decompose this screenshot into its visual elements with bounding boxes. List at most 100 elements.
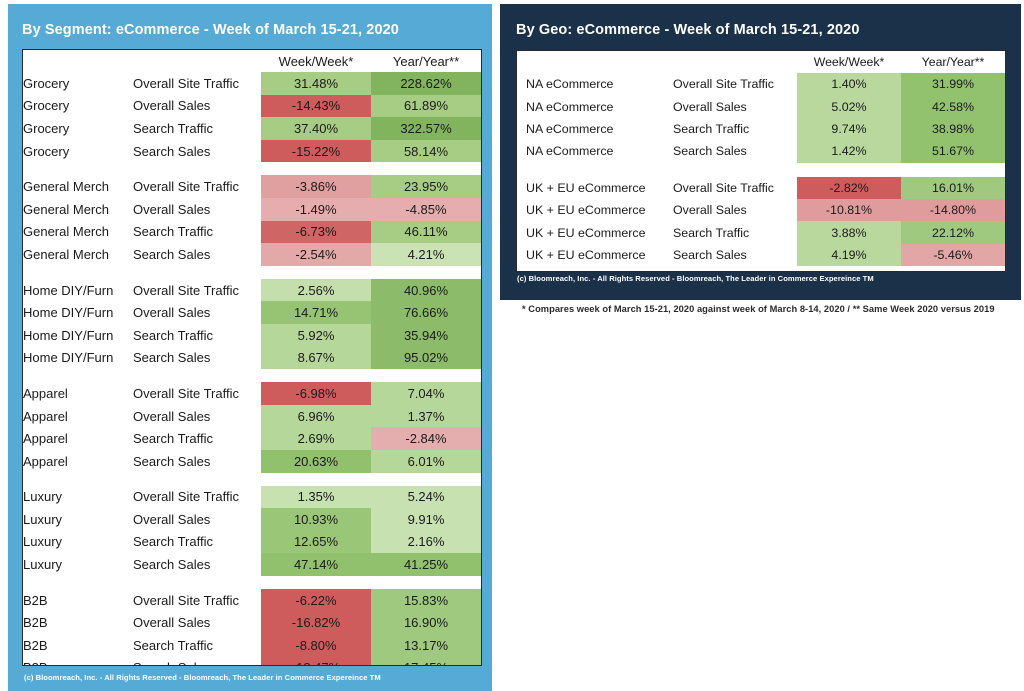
segment-row-week-over-week-value: -18.47% xyxy=(261,656,371,665)
segment-row-year-over-year-value: 7.04% xyxy=(371,382,481,405)
geo-row-week-over-week-value: -2.82% xyxy=(797,176,901,199)
segment-row-metric: Search Sales xyxy=(133,453,211,469)
segment-header-blank-1 xyxy=(23,50,133,72)
segment-row-segment: Grocery xyxy=(23,98,70,114)
geo-row-week-over-week-value: 1.42% xyxy=(797,140,901,163)
segment-panel: By Segment: eCommerce - Week of March 15… xyxy=(8,4,492,691)
geo-row-segment: UK + EU eCommerce xyxy=(526,247,646,262)
segment-row-segment: General Merch xyxy=(23,201,109,217)
segment-table-row: Home DIY/Furn Search Traffic 5.92% 35.94% xyxy=(23,323,481,347)
segment-row-segment: Home DIY/Furn xyxy=(23,282,114,298)
segment-table-row: Grocery Search Traffic 37.40% 322.57% xyxy=(23,117,481,140)
segment-row-week-over-week-value: -3.86% xyxy=(261,175,371,198)
segment-row-metric: Search Sales xyxy=(133,557,211,573)
segment-table-row: Apparel Overall Site Traffic -6.98% 7.04% xyxy=(23,382,481,405)
geo-row-segment: NA eCommerce xyxy=(526,77,614,92)
geo-row-week-over-week-value: 3.88% xyxy=(797,221,901,244)
segment-row-metric: Search Traffic xyxy=(133,327,213,343)
segment-row-year-over-year-value: -2.84% xyxy=(371,427,481,450)
segment-row-year-over-year-value: 95.02% xyxy=(371,346,481,370)
segment-table-row: General Merch Overall Site Traffic -3.86% 2… xyxy=(23,175,481,198)
segment-row-week-over-week-value: -6.73% xyxy=(261,220,371,244)
geo-row-week-over-week-value: 5.02% xyxy=(797,95,901,118)
segment-row-metric: Search Sales xyxy=(133,350,211,366)
segment-row-metric: Search Sales xyxy=(133,246,211,262)
segment-row-segment: Home DIY/Furn xyxy=(23,350,114,366)
geo-table-row: NA eCommerce Search Traffic 9.74% 38.98% xyxy=(517,117,1005,141)
geo-row-segment: NA eCommerce xyxy=(526,121,614,136)
segment-row-metric: Search Traffic xyxy=(133,534,213,550)
segment-table-row: Home DIY/Furn Overall Sales 14.71% 76.66% xyxy=(23,301,481,324)
geo-row-week-over-week-value: 4.19% xyxy=(797,243,901,267)
segment-row-segment: B2B xyxy=(23,592,48,608)
geo-panel-footer: (c) Bloomreach, Inc. - All Rights Reserv… xyxy=(517,274,874,283)
segment-table-row: General Merch Search Sales -2.54% 4.21% xyxy=(23,243,481,266)
segment-row-year-over-year-value: 23.95% xyxy=(371,175,481,198)
segment-row-year-over-year-value: 6.01% xyxy=(371,449,481,473)
geo-table-body: NA eCommerce Overall Site Traffic 1.40% 31.… xyxy=(517,73,1005,267)
geo-row-year-over-year-value: 22.12% xyxy=(901,221,1005,244)
geo-table-row: UK + EU eCommerce Search Traffic 3.88% 22.1… xyxy=(517,221,1005,244)
geo-row-year-over-year-value: -5.46% xyxy=(901,243,1005,267)
segment-row-segment: B2B xyxy=(23,657,133,665)
segment-row-week-over-week-value: 2.56% xyxy=(261,278,371,302)
segment-table-row: Apparel Overall Sales 6.96% 1.37% xyxy=(23,404,481,428)
segment-row-metric: Search Traffic xyxy=(133,224,213,240)
segment-table-container: Week/Week* Year/Year** Grocery Overall Si… xyxy=(22,49,482,666)
segment-row-year-over-year-value: 46.11% xyxy=(371,220,481,244)
geo-spacer-cell xyxy=(517,162,1005,177)
segment-spacer-cell xyxy=(23,162,481,176)
segment-table-row: B2B Search Traffic -8.80% 13.17% xyxy=(23,634,481,657)
segment-row-year-over-year-value: 322.57% xyxy=(371,117,481,140)
geo-panel-title: By Geo: eCommerce - Week of March 15-21,… xyxy=(516,22,860,38)
segment-table-row: General Merch Search Traffic -6.73% 46.11% xyxy=(23,220,481,244)
segment-row-week-over-week-value: 31.48% xyxy=(261,72,371,95)
segment-table-row: Home DIY/Furn Overall Site Traffic 2.56% 40… xyxy=(23,278,481,302)
segment-header-blank-2 xyxy=(133,50,261,72)
segment-header-year-over-year: Year/Year** xyxy=(371,50,481,72)
segment-table-row: Home DIY/Furn Search Sales 8.67% 95.02% xyxy=(23,346,481,370)
segment-row-year-over-year-value: 41.25% xyxy=(371,553,481,576)
geo-row-metric: Search Sales xyxy=(673,144,747,159)
geo-row-week-over-week-value: 9.74% xyxy=(797,117,901,141)
segment-table-row: Grocery Search Sales -15.22% 58.14% xyxy=(23,139,481,163)
segment-row-week-over-week-value: -2.54% xyxy=(261,243,371,266)
segment-table-row: B2BSearch Sales-18.47%17.45% xyxy=(23,656,481,665)
segment-row-year-over-year-value: 76.66% xyxy=(371,301,481,324)
segment-group-spacer xyxy=(23,575,481,589)
geo-row-segment: NA eCommerce xyxy=(526,144,614,159)
segment-row-segment: Grocery xyxy=(23,120,70,136)
geo-row-metric: Search Traffic xyxy=(673,225,750,240)
segment-row-week-over-week-value: 6.96% xyxy=(261,404,371,428)
segment-row-week-over-week-value: -14.43% xyxy=(261,94,371,118)
segment-row-year-over-year-value: 58.14% xyxy=(371,139,481,163)
segment-row-week-over-week-value: -1.49% xyxy=(261,197,371,221)
geo-table-row: UK + EU eCommerce Search Sales 4.19% -5.46% xyxy=(517,243,1005,267)
segment-row-metric: Overall Sales xyxy=(133,615,211,631)
segment-row-metric: Overall Sales xyxy=(133,511,211,527)
segment-row-metric: Overall Sales xyxy=(133,201,211,217)
segment-row-week-over-week-value: -6.22% xyxy=(261,588,371,612)
segment-row-metric: Overall Site Traffic xyxy=(133,282,239,298)
segment-row-week-over-week-value: -16.82% xyxy=(261,611,371,635)
segment-row-segment: Grocery xyxy=(23,143,70,159)
geo-header-blank-2 xyxy=(669,51,797,73)
geo-row-metric: Search Traffic xyxy=(673,121,750,136)
segment-row-week-over-week-value: -8.80% xyxy=(261,634,371,657)
segment-row-metric: Search Traffic xyxy=(133,431,213,447)
segment-row-year-over-year-value: 228.62% xyxy=(371,72,481,95)
segment-row-segment: Luxury xyxy=(23,534,63,550)
segment-row-metric: Search Traffic xyxy=(133,120,213,136)
segment-spacer-cell xyxy=(23,369,481,383)
segment-row-metric: Search Sales xyxy=(133,143,211,159)
segment-table-header: Week/Week* Year/Year** xyxy=(23,50,481,72)
segment-row-year-over-year-value: 15.83% xyxy=(371,588,481,612)
segment-row-year-over-year-value: 35.94% xyxy=(371,323,481,347)
geo-table-row: NA eCommerce Overall Site Traffic 1.40% 31.… xyxy=(517,73,1005,96)
geo-panel: By Geo: eCommerce - Week of March 15-21,… xyxy=(500,4,1021,300)
segment-row-week-over-week-value: 14.71% xyxy=(261,301,371,324)
segment-table: Week/Week* Year/Year** Grocery Overall Si… xyxy=(23,50,481,665)
segment-row-segment: Grocery xyxy=(23,75,70,91)
segment-row-metric: Search Traffic xyxy=(133,637,213,653)
segment-row-segment: Apparel xyxy=(23,431,68,447)
